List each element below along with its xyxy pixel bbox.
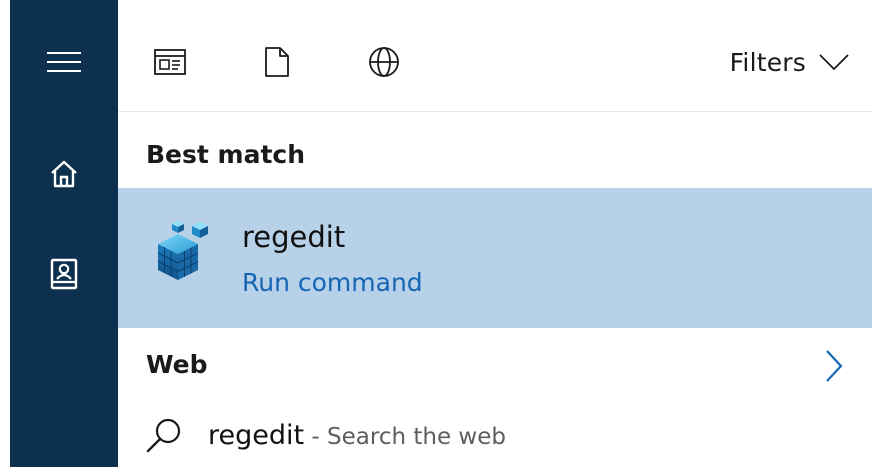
registry-editor-icon [157,221,208,280]
left-edge [0,0,10,467]
web-filter-button[interactable] [356,34,412,90]
web-search-suffix: Search the web [327,424,506,450]
web-search-query: regedit [208,420,305,451]
filters-label: Filters [729,47,806,77]
web-search-suggestion[interactable]: regedit - Search the web [118,406,872,467]
best-match-result[interactable]: regedit Run command [118,188,872,328]
home-icon [51,160,77,188]
result-subtitle: Run command [242,268,423,297]
result-title: regedit [242,220,346,254]
notebook-icon [50,258,78,290]
hamburger-menu-button[interactable] [10,30,118,94]
filters-dropdown[interactable]: Filters [730,40,850,84]
apps-filter-button[interactable] [142,34,198,90]
documents-filter-button[interactable] [249,34,305,90]
chevron-down-icon [819,54,849,71]
notebook-button[interactable] [10,242,118,306]
search-icon [146,418,181,453]
web-section-header[interactable]: Web [118,330,872,406]
web-search-separator: - [304,424,328,450]
web-search-text: regedit - Search the web [208,420,506,451]
scope-toolbar: Filters [118,0,872,112]
search-panel: Filters Best match regedit Run command W… [0,0,872,467]
hamburger-icon [47,52,81,72]
sidebar [10,0,118,467]
document-icon [265,47,289,77]
results-pane: Filters Best match regedit Run command W… [118,0,872,467]
best-match-heading: Best match [146,140,306,169]
home-button[interactable] [10,142,118,206]
chevron-right-icon [826,350,843,382]
web-globe-icon [369,47,399,77]
web-heading: Web [146,350,208,379]
apps-icon [154,49,186,75]
